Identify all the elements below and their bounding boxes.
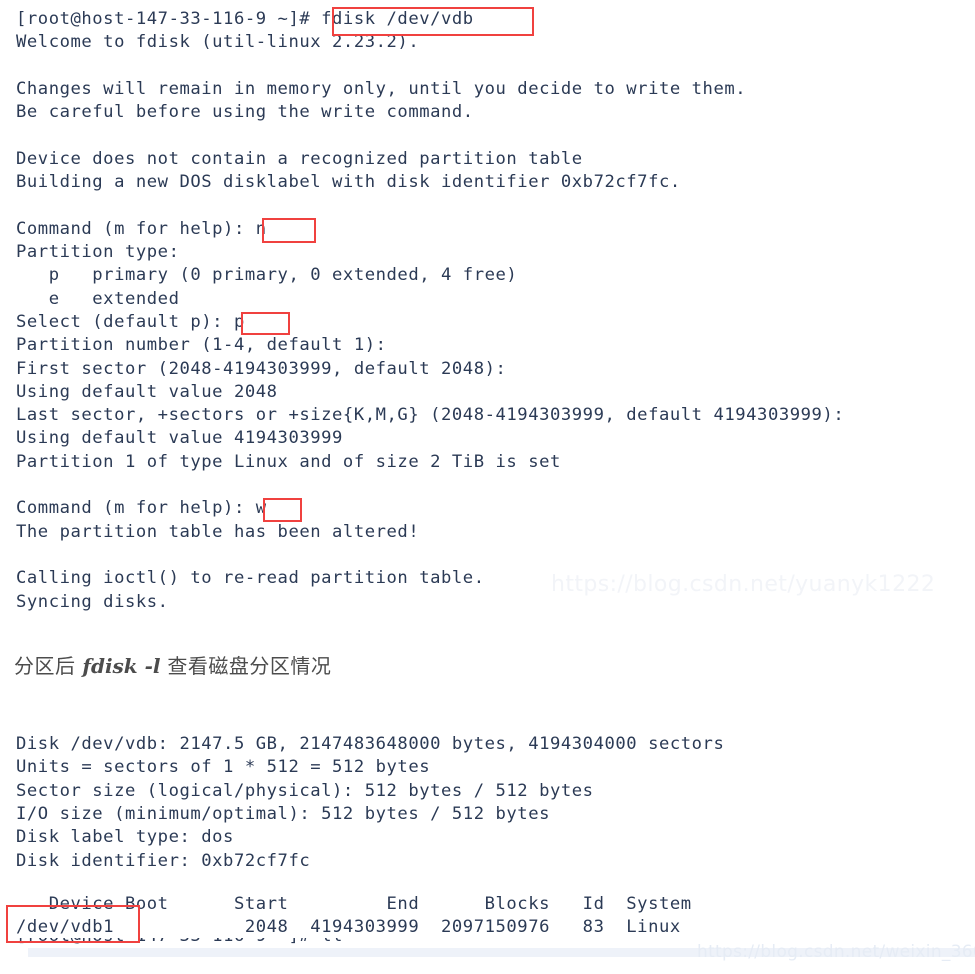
disk-report-line: I/O size (minimum/optimal): 512 bytes / … <box>16 803 550 824</box>
terminal-line: The partition table has been altered! <box>16 521 420 542</box>
section-caption: 分区后 fdisk -l 查看磁盘分区情况 <box>14 650 331 679</box>
disk-report-line: Disk identifier: 0xb72cf7fc <box>16 850 311 871</box>
terminal-line: p primary (0 primary, 0 extended, 4 free… <box>16 265 518 286</box>
terminal-line: e extended <box>16 288 180 309</box>
terminal-line: First sector (2048-4194303999, default 2… <box>16 358 507 379</box>
scrollbar-strip[interactable] <box>28 948 975 957</box>
terminal-line: Using default value 2048 <box>16 381 278 402</box>
terminal-line: Partition type: <box>16 242 180 262</box>
disk-report-line: Units = sectors of 1 * 512 = 512 bytes <box>16 757 431 778</box>
terminal-line: Partition number (1-4, default 1): <box>16 335 387 356</box>
terminal-line: Select (default p): p <box>16 311 245 332</box>
trailing-prompt-clipped: [root@host-147-33-116-9 ~]# ll <box>16 938 446 948</box>
terminal-line: Syncing disks. <box>16 591 169 612</box>
disk-report-line: Disk /dev/vdb: 2147.5 GB, 2147483648000 … <box>16 734 725 754</box>
terminal-output: [root@host-147-33-116-9 ~]# fdisk /dev/v… <box>0 0 975 974</box>
terminal-line: Be careful before using the write comman… <box>16 102 474 123</box>
terminal-line: Calling ioctl() to re-read partition tab… <box>16 568 485 589</box>
caption-prefix: 分区后 <box>14 654 83 678</box>
terminal-prompt-line: [root@host-147-33-116-9 ~]# ll <box>16 938 343 948</box>
disk-report-line: Disk label type: dos <box>16 827 234 848</box>
table-row: /dev/vdb1 2048 4194303999 2097150976 83 … <box>16 917 681 938</box>
disk-report-line: Sector size (logical/physical): 512 byte… <box>16 780 594 801</box>
terminal-line: Device does not contain a recognized par… <box>16 148 583 169</box>
terminal-line: [root@host-147-33-116-9 ~]# fdisk /dev/v… <box>16 9 474 29</box>
terminal-line: Building a new DOS disklabel with disk i… <box>16 172 681 193</box>
caption-command: fdisk -l <box>82 654 161 678</box>
terminal-line: Using default value 4194303999 <box>16 428 343 449</box>
terminal-line: Command (m for help): n <box>16 218 267 239</box>
partition-table-header: Device Boot Start End Blocks Id System <box>16 894 692 914</box>
caption-suffix: 查看磁盘分区情况 <box>160 654 332 678</box>
terminal-line: Changes will remain in memory only, unti… <box>16 78 747 99</box>
terminal-line: Partition 1 of type Linux and of size 2 … <box>16 451 561 472</box>
terminal-line: Last sector, +sectors or +size{K,M,G} (2… <box>16 405 845 426</box>
terminal-line: Welcome to fdisk (util-linux 2.23.2). <box>16 32 420 53</box>
terminal-line: Command (m for help): w <box>16 498 267 519</box>
